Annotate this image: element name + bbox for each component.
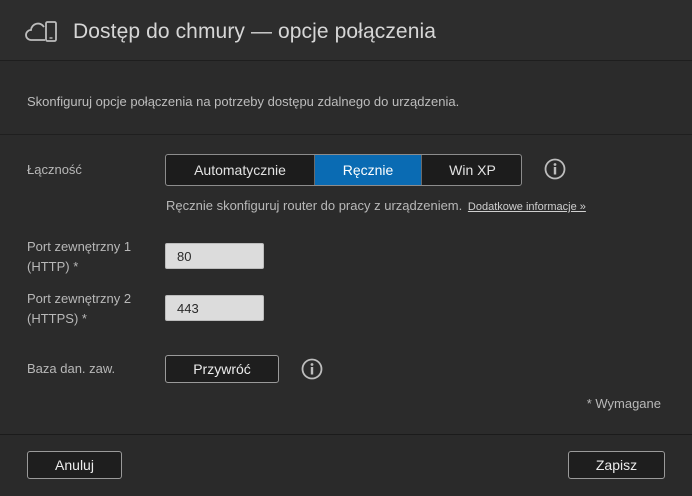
more-info-link[interactable]: Dodatkowe informacje » [468,201,586,213]
save-button[interactable]: Zapisz [568,451,665,479]
port1-label-line2: (HTTP) * [27,259,79,274]
dialog-header: Dostęp do chmury — opcje połączenia [0,0,692,61]
port1-input[interactable] [165,243,264,269]
option-winxp[interactable]: Win XP [421,155,521,185]
page-title: Dostęp do chmury — opcje połączenia [73,20,437,43]
port2-input[interactable] [165,295,264,321]
hint-text: Ręcznie skonfiguruj router do pracy z ur… [166,198,463,213]
connectivity-info-icon[interactable] [544,158,566,180]
divider [0,134,692,135]
dialog-footer: Anuluj Zapisz [0,434,692,496]
connectivity-mode-selector: Automatycznie Ręcznie Win XP [165,154,522,186]
connectivity-hint: Ręcznie skonfiguruj router do pracy z ur… [166,198,586,213]
port1-label: Port zewnętrzny 1 (HTTP) * [27,237,131,277]
required-note: * Wymagane [586,396,661,411]
cloud-device-icon [25,20,59,49]
option-automatic[interactable]: Automatycznie [166,155,315,185]
option-manual[interactable]: Ręcznie [315,155,421,185]
cancel-button[interactable]: Anuluj [27,451,122,479]
page-description: Skonfiguruj opcje połączenia na potrzeby… [27,94,460,109]
port1-label-line1: Port zewnętrzny 1 [27,239,132,254]
restore-button[interactable]: Przywróć [165,355,279,383]
database-label: Baza dan. zaw. [27,361,116,376]
port2-label-line1: Port zewnętrzny 2 [27,291,132,306]
port2-label-line2: (HTTPS) * [27,311,87,326]
database-info-icon[interactable] [301,358,323,380]
connectivity-label: Łączność [27,162,82,177]
port2-label: Port zewnętrzny 2 (HTTPS) * [27,289,131,329]
